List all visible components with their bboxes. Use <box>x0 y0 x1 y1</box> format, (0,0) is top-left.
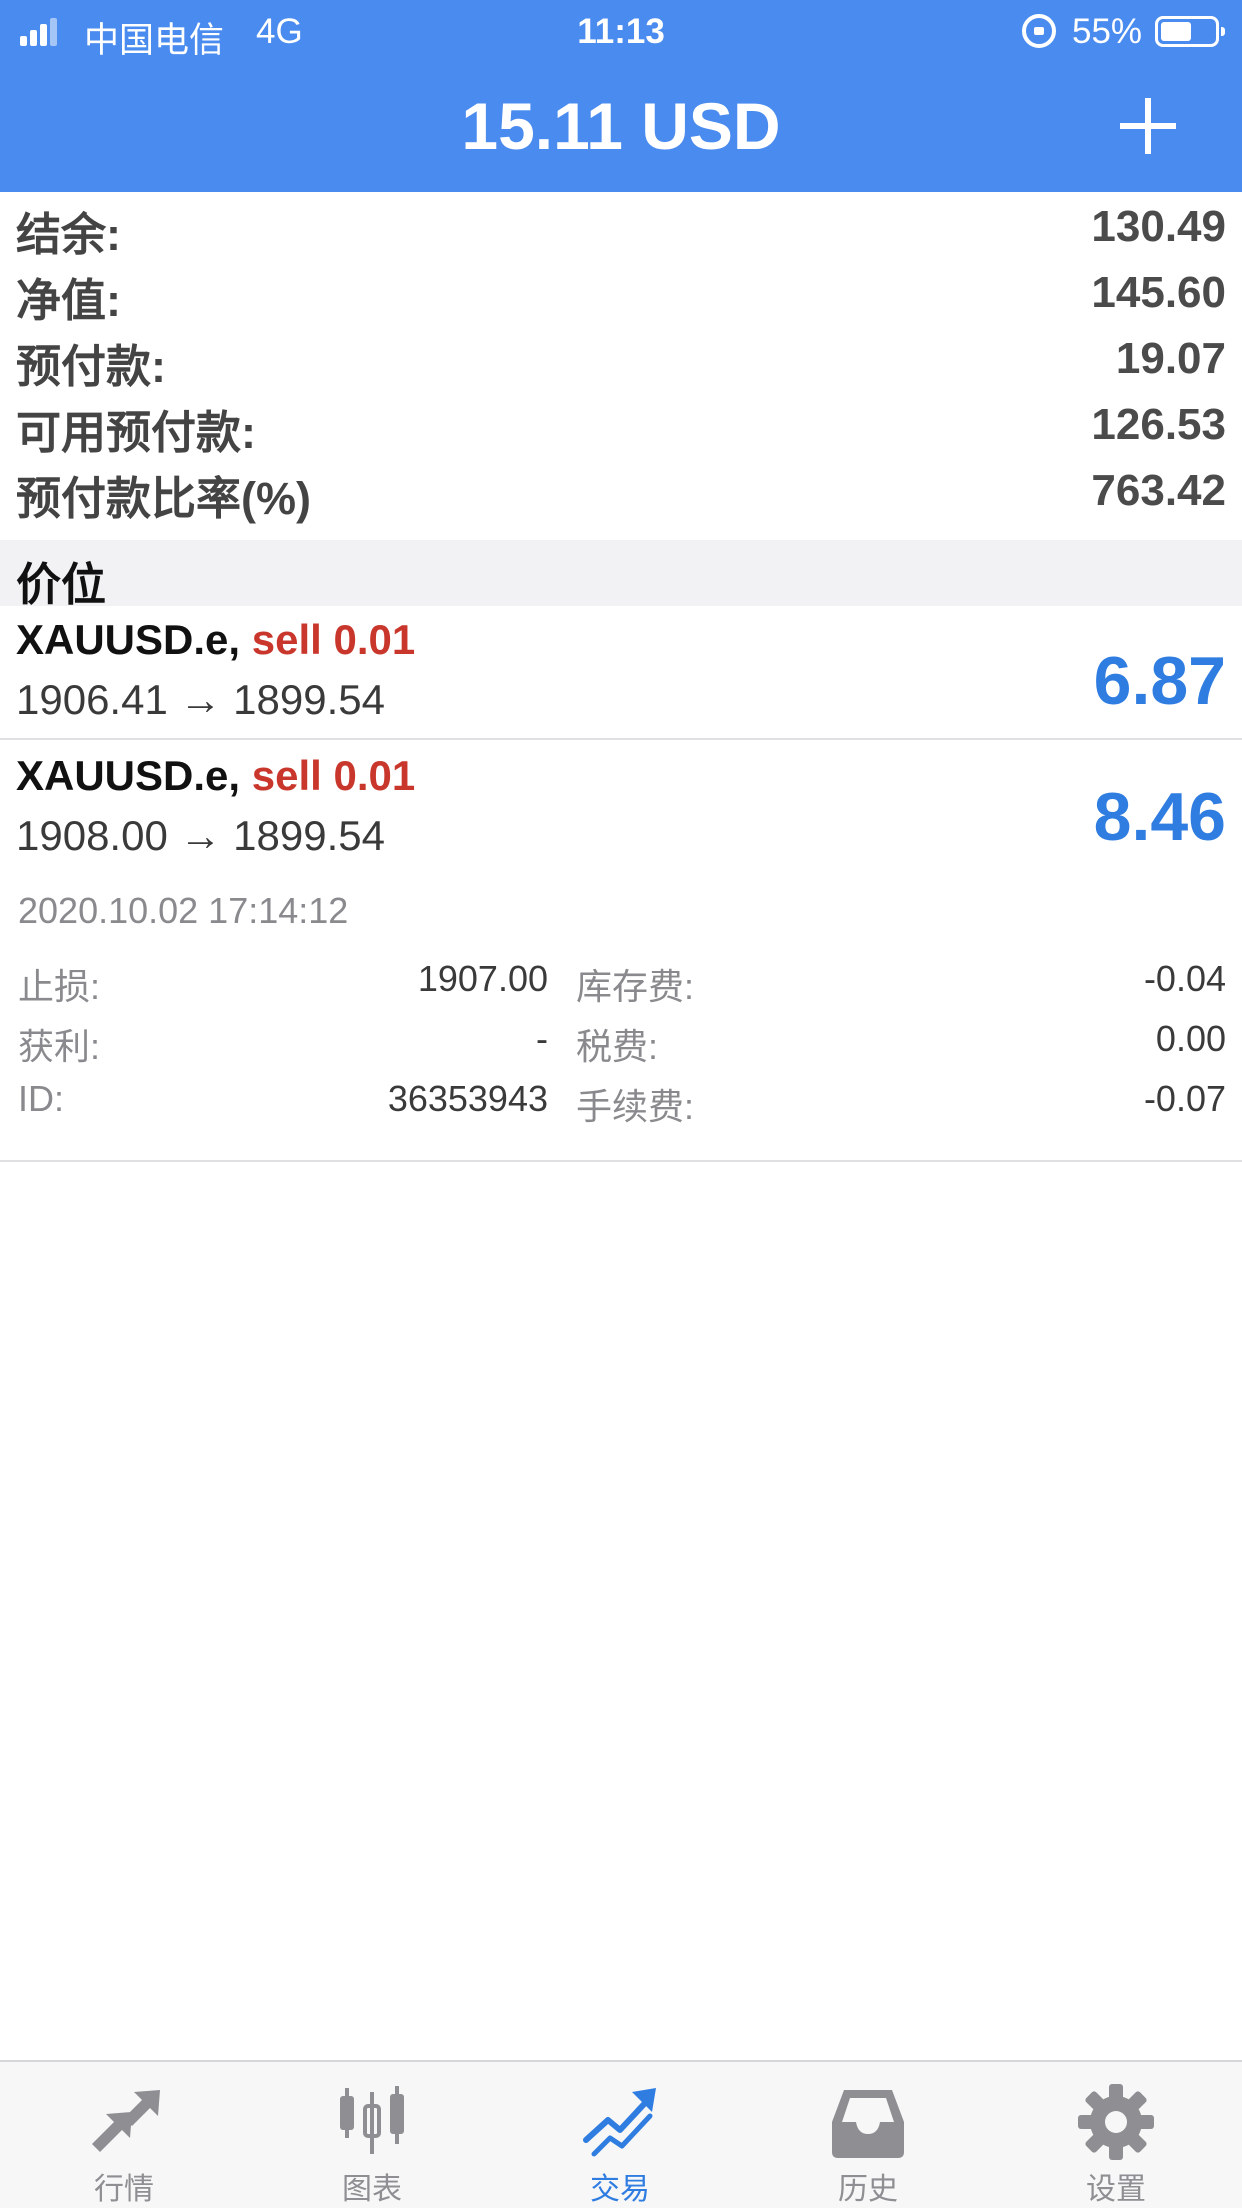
position-detail: 2020.10.02 17:14:12 止损: 1907.00 库存费: -0.… <box>0 880 1242 1162</box>
margin-level-value: 763.42 <box>1091 466 1226 515</box>
position-profit: 8.46 <box>1093 779 1226 855</box>
position-symbol: XAUUSD.e, <box>16 616 241 663</box>
rotation-lock-icon <box>1022 14 1056 48</box>
free-margin-label: 可用预付款: <box>16 407 256 458</box>
tab-label: 图表 <box>342 2173 402 2206</box>
position-profit: 6.87 <box>1093 643 1226 719</box>
position-open-time: 2020.10.02 17:14:12 <box>18 890 349 931</box>
position-prices: 1906.41 → 1899.54 <box>16 676 385 723</box>
taxes-value: 0.00 <box>1155 1018 1226 1059</box>
position-row[interactable]: XAUUSD.e, sell 0.01 1908.00 → 1899.54 8.… <box>0 742 1242 876</box>
stop-loss-label: 止损: <box>18 966 101 1007</box>
take-profit-label: 获利: <box>18 1026 101 1067</box>
battery-icon <box>1155 16 1225 47</box>
equity-label: 净值: <box>16 275 121 326</box>
tab-charts[interactable]: 图表 <box>248 2062 496 2208</box>
tab-history[interactable]: 历史 <box>744 2062 992 2208</box>
swap-value: -0.04 <box>1143 958 1226 999</box>
free-margin-value: 126.53 <box>1091 400 1226 449</box>
account-summary: 结余: 130.49 净值: 145.60 预付款: 19.07 可用预付款: … <box>0 192 1242 524</box>
detail-row: 获利: - 税费: 0.00 <box>0 1018 1242 1074</box>
position-side: sell 0.01 <box>251 616 416 663</box>
commission-value: -0.07 <box>1143 1078 1226 1119</box>
section-title: 价位 <box>16 559 107 610</box>
margin-level-row: 预付款比率(%) 763.42 <box>0 456 1242 524</box>
tab-settings[interactable]: 设置 <box>992 2062 1240 2208</box>
position-title: XAUUSD.e, sell 0.01 <box>16 616 415 664</box>
status-bar: 中国电信 4G 11:13 55% <box>0 0 1242 62</box>
positions-section-header: 价位 <box>0 540 1242 610</box>
page-title: 15.11 USD <box>461 89 781 163</box>
tab-label: 行情 <box>94 2173 154 2206</box>
take-profit-value: - <box>536 1018 548 1059</box>
balance-label: 结余: <box>16 209 121 260</box>
margin-level-label: 预付款比率(%) <box>16 473 311 524</box>
position-side: sell 0.01 <box>251 752 416 799</box>
bottom-tab-bar: 行情 图表 交易 历史 设置 <box>0 2060 1242 2208</box>
equity-value: 145.60 <box>1091 268 1226 317</box>
tab-trade[interactable]: 交易 <box>496 2062 744 2208</box>
id-value: 36353943 <box>387 1078 548 1119</box>
position-title: XAUUSD.e, sell 0.01 <box>16 752 415 800</box>
candlestick-chart-icon <box>340 2086 404 2154</box>
settings-gear-icon <box>1078 2084 1154 2160</box>
trade-trend-icon <box>583 2088 656 2157</box>
add-order-button[interactable] <box>1118 96 1178 156</box>
tab-label: 设置 <box>1086 2173 1146 2206</box>
free-margin-row: 可用预付款: 126.53 <box>0 390 1242 458</box>
id-label: ID: <box>18 1078 65 1119</box>
balance-value: 130.49 <box>1091 202 1226 251</box>
equity-row: 净值: 145.60 <box>0 258 1242 326</box>
detail-row: ID: 36353943 手续费: -0.07 <box>0 1078 1242 1134</box>
commission-label: 手续费: <box>576 1086 695 1127</box>
swap-label: 库存费: <box>576 966 695 1007</box>
top-bar: 中国电信 4G 11:13 55% 15.11 USD <box>0 0 1242 192</box>
margin-label: 预付款: <box>16 341 166 392</box>
margin-value: 19.07 <box>1115 334 1226 383</box>
taxes-label: 税费: <box>576 1026 659 1067</box>
battery-percentage: 55% <box>1072 12 1143 51</box>
balance-row: 结余: 130.49 <box>0 192 1242 260</box>
position-symbol: XAUUSD.e, <box>16 752 241 799</box>
detail-row: 止损: 1907.00 库存费: -0.04 <box>0 958 1242 1014</box>
quotes-arrows-icon <box>92 2090 160 2152</box>
tab-label: 历史 <box>838 2173 898 2206</box>
margin-row: 预付款: 19.07 <box>0 324 1242 392</box>
tab-quotes[interactable]: 行情 <box>0 2062 248 2208</box>
tab-label: 交易 <box>590 2173 650 2206</box>
position-row[interactable]: XAUUSD.e, sell 0.01 1906.41 → 1899.54 6.… <box>0 606 1242 740</box>
stop-loss-value: 1907.00 <box>417 958 548 999</box>
history-inbox-icon <box>832 2090 904 2158</box>
position-prices: 1908.00 → 1899.54 <box>16 812 385 859</box>
